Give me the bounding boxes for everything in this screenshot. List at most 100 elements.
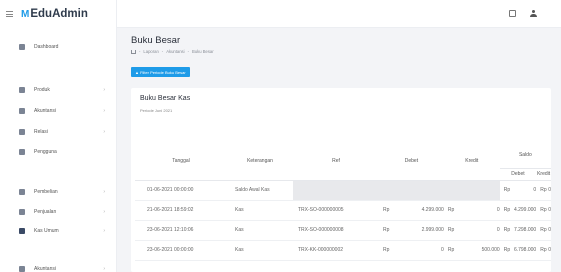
sidebar-item-relasi[interactable]: Relasi › xyxy=(0,125,117,139)
cell-ref xyxy=(293,180,379,201)
dashboard-icon xyxy=(19,44,25,50)
chevron-right-icon: › xyxy=(103,209,105,215)
breadcrumb-item[interactable]: Laporan xyxy=(143,49,158,54)
cell-saldo-debet-rp: Rp xyxy=(499,180,512,201)
ledger-card: Buku Besar Kas Periode Juni 2021 Tanggal… xyxy=(131,88,551,272)
sidebar-item-label: Kas Umum xyxy=(34,228,59,234)
cell-saldo-debet: 7.298.000 xyxy=(511,220,537,241)
breadcrumb: - Laporan - Akuntansi - Buku Besar xyxy=(131,49,214,54)
sidebar-item-kas-umum[interactable]: Kas Umum › xyxy=(0,224,117,238)
chevron-right-icon: › xyxy=(103,266,105,272)
col-ref: Ref xyxy=(293,143,379,181)
breadcrumb-item-current: Buku Besar xyxy=(191,49,214,54)
section-divider xyxy=(18,248,19,252)
cell-kredit-rp: Rp xyxy=(443,200,465,221)
list-icon xyxy=(19,108,25,114)
sidebar-item-pengguna[interactable]: Pengguna xyxy=(0,145,117,159)
cell-saldo-kredit-rp: Rp xyxy=(536,200,548,221)
cell-saldo-debet-rp: Rp xyxy=(499,200,512,221)
sidebar-item-pembelian[interactable]: Pembelian › xyxy=(0,185,117,199)
col-saldo: Saldo xyxy=(499,143,551,169)
breadcrumb-item[interactable]: Akuntansi xyxy=(166,49,184,54)
cell-tanggal: 23-06-2021 00:00:00 xyxy=(135,240,227,261)
filter-period-button[interactable]: ▲ Filter Periode Buku Besar xyxy=(131,67,190,77)
cell-tanggal: 21-06-2021 18:59:02 xyxy=(135,200,227,221)
cell-saldo-kredit: 0 xyxy=(547,180,551,201)
sidebar-item-dashboard[interactable]: Dashboard xyxy=(0,40,117,54)
cell-saldo-debet: 6.798.000 xyxy=(511,240,537,261)
sidebar-item-label: Penjualan xyxy=(34,209,57,215)
cell-saldo-kredit: 0 xyxy=(547,240,551,261)
ledger-table: Tanggal Keterangan Ref Debet Kredit Sald… xyxy=(135,143,551,261)
cell-keterangan: Kas xyxy=(227,240,293,261)
home-icon[interactable] xyxy=(131,49,136,54)
cell-saldo-kredit: 0 xyxy=(547,200,551,221)
section-divider xyxy=(18,67,19,71)
col-kredit: Kredit xyxy=(443,143,500,181)
sidebar-item-label: Dashboard xyxy=(34,44,59,50)
brand-logo[interactable]: M EduAdmin xyxy=(21,8,88,20)
wallet-icon xyxy=(19,228,25,234)
chevron-right-icon: › xyxy=(103,108,105,114)
cell-debet-rp: Rp xyxy=(379,200,400,221)
main-content: Buku Besar - Laporan - Akuntansi - Buku … xyxy=(117,28,561,272)
sidebar-item-label: Akuntansi xyxy=(34,108,56,114)
cell-saldo-kredit-rp: Rp xyxy=(536,220,548,241)
sidebar-item-produk[interactable]: Produk › xyxy=(0,83,117,97)
sidebar-item-penjualan[interactable]: Penjualan › xyxy=(0,205,117,219)
sidebar-item-akuntansi-2[interactable]: Akuntansi › xyxy=(0,262,117,272)
sidebar-item-label: Akuntansi xyxy=(34,266,56,272)
cell-debet xyxy=(399,180,444,201)
cell-kredit-rp xyxy=(443,180,465,201)
cell-kredit: 0 xyxy=(464,220,500,241)
card-title: Buku Besar Kas xyxy=(140,95,191,102)
fullscreen-icon[interactable] xyxy=(509,10,516,17)
sidebar-item-label: Pembelian xyxy=(34,189,58,195)
page-title: Buku Besar xyxy=(131,35,181,46)
cell-kredit xyxy=(464,180,500,201)
cell-tanggal: 01-06-2021 00:00:00 xyxy=(135,180,227,201)
sidebar-item-akuntansi[interactable]: Akuntansi › xyxy=(0,104,117,118)
book-icon xyxy=(19,266,25,272)
cart-icon xyxy=(19,189,25,195)
relation-icon xyxy=(19,129,25,135)
cell-saldo-debet: 0 xyxy=(511,180,537,201)
bag-icon xyxy=(19,209,25,215)
table-row: 23-06-2021 00:00:00 Kas TRX-KK-000000002… xyxy=(135,240,551,261)
sidebar-item-label: Pengguna xyxy=(34,149,57,155)
sidebar-item-label: Produk xyxy=(34,87,50,93)
user-avatar-icon[interactable] xyxy=(530,10,537,17)
logo-icon: M xyxy=(21,8,30,20)
chevron-right-icon: › xyxy=(103,228,105,234)
sidebar-item-label: Relasi xyxy=(34,129,48,135)
cell-debet-rp: Rp xyxy=(379,240,400,261)
cell-keterangan: Saldo Awal Kas xyxy=(227,180,293,201)
cell-saldo-debet-rp: Rp xyxy=(499,220,512,241)
chevron-right-icon: › xyxy=(103,87,105,93)
table-row: 23-06-2021 12:10:06 Kas TRX-SO-000000008… xyxy=(135,220,551,241)
brand-bar: M EduAdmin xyxy=(0,0,116,28)
cell-saldo-kredit: 0 xyxy=(547,220,551,241)
cell-debet: 0 xyxy=(399,240,444,261)
cell-ref: TRX-SO-000000005 xyxy=(293,200,379,221)
table-row: 21-06-2021 18:59:02 Kas TRX-SO-000000005… xyxy=(135,200,551,221)
menu-toggle-icon[interactable] xyxy=(6,11,13,17)
table-row: 01-06-2021 00:00:00 Saldo Awal Kas Rp 0 … xyxy=(135,180,551,201)
col-tanggal: Tanggal xyxy=(135,143,227,181)
chevron-right-icon: › xyxy=(103,129,105,135)
chevron-right-icon: › xyxy=(103,189,105,195)
box-icon xyxy=(19,87,25,93)
cell-kredit-rp: Rp xyxy=(443,220,465,241)
cell-debet-rp: Rp xyxy=(379,220,400,241)
cell-saldo-debet-rp: Rp xyxy=(499,240,512,261)
sidebar: M EduAdmin Dashboard Produk › Akuntansi … xyxy=(0,0,117,272)
cell-kredit: 500.000 xyxy=(464,240,500,261)
col-saldo-debet: Debet xyxy=(499,168,537,181)
cell-ref: TRX-SO-000000008 xyxy=(293,220,379,241)
cell-saldo-debet: 4.299.000 xyxy=(511,200,537,221)
cell-debet: 2.999.000 xyxy=(399,220,444,241)
cell-saldo-kredit-rp: Rp xyxy=(536,240,548,261)
cell-keterangan: Kas xyxy=(227,200,293,221)
user-icon xyxy=(19,149,25,155)
cell-keterangan: Kas xyxy=(227,220,293,241)
